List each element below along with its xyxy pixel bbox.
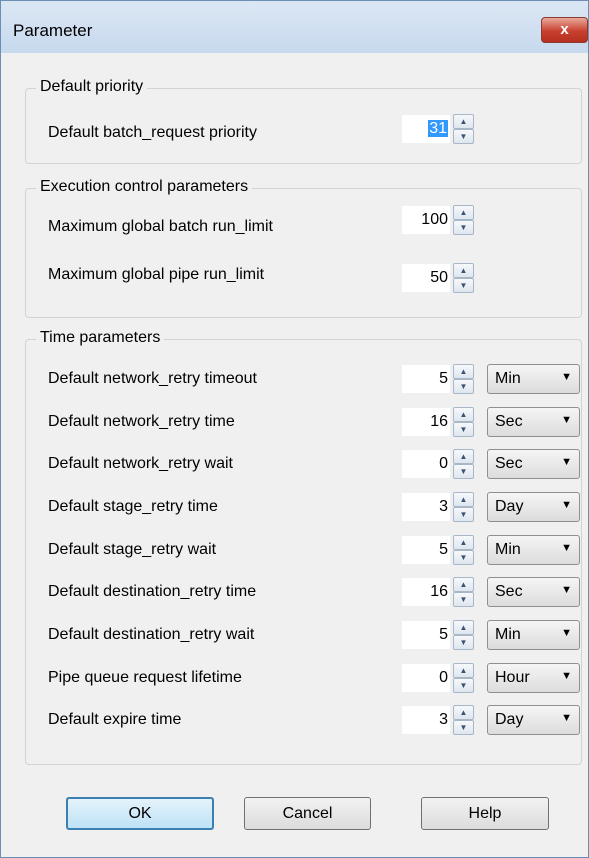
- dropdown-arrow-icon: ▼: [561, 712, 572, 724]
- pipe-queue-lifetime-unit-select[interactable]: Hour ▼: [487, 663, 580, 693]
- increment-arrow-icon[interactable]: ▲: [453, 535, 474, 550]
- decrement-arrow-icon[interactable]: ▼: [453, 635, 474, 650]
- decrement-arrow-icon[interactable]: ▼: [453, 422, 474, 437]
- dropdown-arrow-icon: ▼: [561, 542, 572, 554]
- cancel-button[interactable]: Cancel: [244, 797, 371, 830]
- dropdown-arrow-icon: ▼: [561, 499, 572, 511]
- stage-retry-wait-unit-select[interactable]: Min ▼: [487, 535, 580, 565]
- destination-retry-time-value[interactable]: 16: [401, 577, 451, 607]
- dropdown-arrow-icon: ▼: [561, 371, 572, 383]
- increment-arrow-icon[interactable]: ▲: [453, 620, 474, 635]
- title-bar: Parameter x: [1, 1, 588, 53]
- stage-retry-time-unit-select[interactable]: Day ▼: [487, 492, 580, 522]
- destination-retry-wait-value[interactable]: 5: [401, 620, 451, 650]
- batch-run-limit-value[interactable]: 100: [401, 205, 451, 235]
- increment-arrow-icon[interactable]: ▲: [453, 407, 474, 422]
- destination-retry-wait-unit-select[interactable]: Min ▼: [487, 620, 580, 650]
- decrement-arrow-icon[interactable]: ▼: [453, 550, 474, 565]
- network-retry-wait-label: Default network_retry wait: [48, 455, 233, 472]
- decrement-arrow-icon[interactable]: ▼: [453, 720, 474, 735]
- network-retry-time-label: Default network_retry time: [48, 413, 235, 430]
- decrement-arrow-icon[interactable]: ▼: [453, 278, 474, 293]
- batch-priority-label: Default batch_request priority: [48, 124, 257, 141]
- network-retry-timeout-unit-select[interactable]: Min ▼: [487, 364, 580, 394]
- decrement-arrow-icon[interactable]: ▼: [453, 379, 474, 394]
- network-retry-time-unit-select[interactable]: Sec ▼: [487, 407, 580, 437]
- stage-retry-wait-label: Default stage_retry wait: [48, 541, 217, 558]
- dropdown-arrow-icon: ▼: [561, 670, 572, 682]
- increment-arrow-icon[interactable]: ▲: [453, 364, 474, 379]
- dropdown-arrow-icon: ▼: [561, 414, 572, 426]
- increment-arrow-icon[interactable]: ▲: [453, 663, 474, 678]
- time-parameters-legend: Time parameters: [36, 329, 165, 347]
- network-retry-timeout-label: Default network_retry timeout: [48, 370, 257, 387]
- destination-retry-wait-label: Default destination_retry wait: [48, 626, 255, 643]
- help-button[interactable]: Help: [421, 797, 549, 830]
- increment-arrow-icon[interactable]: ▲: [453, 705, 474, 720]
- parameter-dialog: Parameter x Default priority Default bat…: [0, 0, 589, 858]
- pipe-run-limit-label: Maximum global pipe run_limit: [48, 266, 265, 283]
- network-retry-time-value[interactable]: 16: [401, 407, 451, 437]
- network-retry-wait-unit-select[interactable]: Sec ▼: [487, 449, 580, 479]
- decrement-arrow-icon[interactable]: ▼: [453, 220, 474, 235]
- decrement-arrow-icon[interactable]: ▼: [453, 464, 474, 479]
- increment-arrow-icon[interactable]: ▲: [453, 114, 474, 129]
- expire-time-value[interactable]: 3: [401, 705, 451, 735]
- window-title: Parameter: [13, 21, 93, 40]
- increment-arrow-icon[interactable]: ▲: [453, 577, 474, 592]
- decrement-arrow-icon[interactable]: ▼: [453, 678, 474, 693]
- dropdown-arrow-icon: ▼: [561, 456, 572, 468]
- expire-time-label: Default expire time: [48, 711, 182, 728]
- expire-time-unit-select[interactable]: Day ▼: [487, 705, 580, 735]
- increment-arrow-icon[interactable]: ▲: [453, 205, 474, 220]
- close-button[interactable]: x: [541, 17, 588, 43]
- execution-control-group: Execution control parameters: [25, 178, 582, 318]
- decrement-arrow-icon[interactable]: ▼: [453, 507, 474, 522]
- stage-retry-time-label: Default stage_retry time: [48, 498, 218, 515]
- destination-retry-time-unit-select[interactable]: Sec ▼: [487, 577, 580, 607]
- increment-arrow-icon[interactable]: ▲: [453, 492, 474, 507]
- dropdown-arrow-icon: ▼: [561, 627, 572, 639]
- increment-arrow-icon[interactable]: ▲: [453, 449, 474, 464]
- pipe-queue-lifetime-value[interactable]: 0: [401, 663, 451, 693]
- batch-run-limit-label: Maximum global batch run_limit: [48, 218, 273, 235]
- dropdown-arrow-icon: ▼: [561, 584, 572, 596]
- pipe-run-limit-value[interactable]: 50: [401, 263, 451, 293]
- ok-button[interactable]: OK: [66, 797, 214, 830]
- decrement-arrow-icon[interactable]: ▼: [453, 129, 474, 144]
- increment-arrow-icon[interactable]: ▲: [453, 263, 474, 278]
- batch-priority-value[interactable]: 31: [401, 114, 451, 144]
- stage-retry-wait-value[interactable]: 5: [401, 535, 451, 565]
- default-priority-legend: Default priority: [36, 78, 148, 96]
- destination-retry-time-label: Default destination_retry time: [48, 583, 257, 600]
- decrement-arrow-icon[interactable]: ▼: [453, 592, 474, 607]
- pipe-queue-lifetime-label: Pipe queue request lifetime: [48, 669, 242, 686]
- network-retry-wait-value[interactable]: 0: [401, 449, 451, 479]
- execution-control-legend: Execution control parameters: [36, 178, 253, 196]
- stage-retry-time-value[interactable]: 3: [401, 492, 451, 522]
- network-retry-timeout-value[interactable]: 5: [401, 364, 451, 394]
